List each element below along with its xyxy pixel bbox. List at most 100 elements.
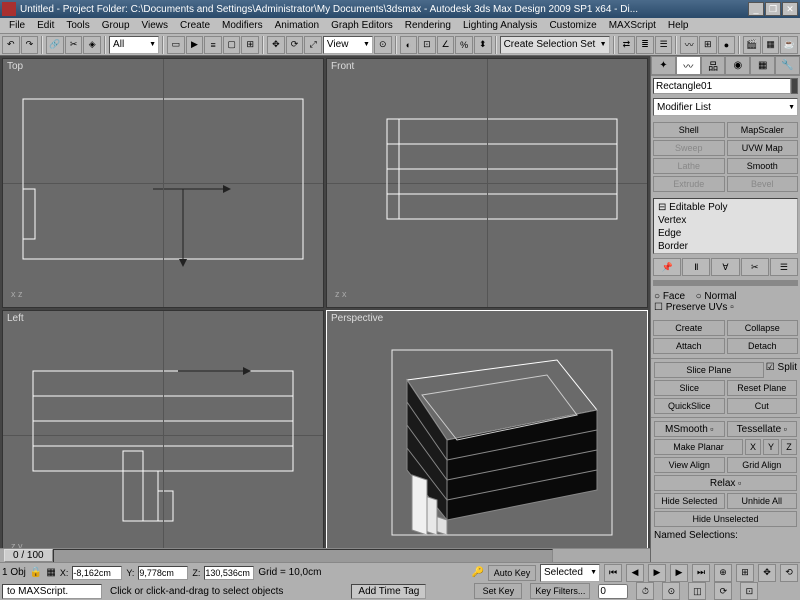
goto-start-button[interactable]: ⏮ — [604, 564, 622, 582]
menu-rendering[interactable]: Rendering — [400, 20, 456, 31]
viewport-left[interactable]: Left z y — [2, 310, 324, 560]
unique-button[interactable]: ∀ — [711, 258, 739, 276]
percent-snap-button[interactable]: % — [455, 36, 473, 54]
menu-create[interactable]: Create — [175, 20, 215, 31]
unlink-button[interactable]: ✂ — [65, 36, 83, 54]
rotate-button[interactable]: ⟳ — [286, 36, 304, 54]
menu-animation[interactable]: Animation — [270, 20, 324, 31]
unhideall-button[interactable]: Unhide All — [727, 493, 798, 509]
menu-maxscript[interactable]: MAXScript — [604, 20, 661, 31]
play-button[interactable]: ▶ — [648, 564, 666, 582]
viewport-perspective[interactable]: Perspective — [326, 310, 648, 560]
mod-smooth-button[interactable]: Smooth — [727, 158, 799, 174]
collapse-button[interactable]: Collapse — [727, 320, 799, 336]
keymode-dropdown[interactable]: Selected — [540, 564, 600, 582]
utilities-tab[interactable]: 🔧 — [775, 56, 800, 75]
menu-tools[interactable]: Tools — [61, 20, 94, 31]
manipulate-button[interactable]: ◐ — [400, 36, 418, 54]
pivot-button[interactable]: ⊙ — [374, 36, 392, 54]
create-button[interactable]: Create — [653, 320, 725, 336]
render-setup-button[interactable]: 🎬 — [743, 36, 761, 54]
bind-button[interactable]: ◈ — [83, 36, 101, 54]
object-color-swatch[interactable] — [791, 78, 798, 94]
planar-x-button[interactable]: X — [745, 439, 761, 455]
motion-tab[interactable]: ◉ — [725, 56, 750, 75]
create-tab[interactable]: ✦ — [651, 56, 676, 75]
next-frame-button[interactable]: ▶ — [670, 564, 688, 582]
menu-customize[interactable]: Customize — [544, 20, 601, 31]
nav-4[interactable]: ⟲ — [780, 564, 798, 582]
modify-tab[interactable]: 〰 — [676, 56, 701, 75]
relax-button[interactable]: Relax ▫ — [654, 475, 797, 491]
goto-end-button[interactable]: ⏭ — [692, 564, 710, 582]
object-name-input[interactable] — [653, 78, 791, 94]
makeplanar-button[interactable]: Make Planar — [654, 439, 743, 455]
setkey-button[interactable]: Set Key — [474, 583, 522, 599]
z-coord-input[interactable] — [204, 566, 254, 580]
schematic-button[interactable]: ⊞ — [699, 36, 717, 54]
split-checkbox[interactable]: ☑ Split — [766, 362, 797, 378]
selection-filter-dropdown[interactable]: All — [109, 36, 159, 54]
nav-2[interactable]: ⊞ — [736, 564, 754, 582]
attach-button[interactable]: Attach — [653, 338, 725, 354]
render-button[interactable]: ☕ — [780, 36, 798, 54]
time-slider[interactable]: 0 / 100 — [0, 548, 650, 562]
nav-6[interactable]: ◫ — [688, 582, 706, 600]
slice-button[interactable]: Slice — [654, 380, 725, 396]
minimize-button[interactable]: _ — [748, 2, 764, 16]
mod-mapscaler-button[interactable]: MapScaler — [727, 122, 799, 138]
normal-radio[interactable]: ○ Normal — [696, 291, 737, 302]
sliceplane-button[interactable]: Slice Plane — [654, 362, 764, 378]
redo-button[interactable]: ↷ — [21, 36, 39, 54]
show-result-button[interactable]: Ⅱ — [682, 258, 710, 276]
select-arrow-button[interactable]: ▶ — [186, 36, 204, 54]
frame-indicator[interactable]: 0 / 100 — [4, 549, 53, 562]
angle-snap-button[interactable]: ∠ — [437, 36, 455, 54]
menu-modifiers[interactable]: Modifiers — [217, 20, 268, 31]
configure-button[interactable]: ☰ — [770, 258, 798, 276]
curve-editor-button[interactable]: 〰 — [680, 36, 698, 54]
mod-uvwmap-button[interactable]: UVW Map — [727, 140, 799, 156]
nav-7[interactable]: ⟳ — [714, 582, 732, 600]
hierarchy-tab[interactable]: 品 — [701, 56, 726, 75]
tessellate-button[interactable]: Tessellate ▫ — [727, 421, 798, 437]
restore-button[interactable]: ❐ — [765, 2, 781, 16]
menu-views[interactable]: Views — [137, 20, 174, 31]
detach-button[interactable]: Detach — [727, 338, 799, 354]
nav-3[interactable]: ✥ — [758, 564, 776, 582]
select-name-button[interactable]: ≡ — [204, 36, 222, 54]
remove-mod-button[interactable]: ✂ — [741, 258, 769, 276]
layers-button[interactable]: ☰ — [655, 36, 673, 54]
modifier-list-dropdown[interactable]: Modifier List — [653, 98, 798, 116]
link-button[interactable]: 🔗 — [46, 36, 64, 54]
hideunselected-button[interactable]: Hide Unselected — [654, 511, 797, 527]
preserve-uvs-checkbox[interactable]: ☐ Preserve UVs ▫ — [654, 302, 734, 313]
mod-lathe-button[interactable]: Lathe — [653, 158, 725, 174]
window-crossing-button[interactable]: ⊞ — [241, 36, 259, 54]
x-coord-input[interactable] — [72, 566, 122, 580]
menu-help[interactable]: Help — [663, 20, 694, 31]
nav-8[interactable]: ⊡ — [740, 582, 758, 600]
addtimetag-button[interactable]: Add Time Tag — [351, 584, 426, 599]
select-button[interactable]: ▭ — [167, 36, 185, 54]
named-selection-dropdown[interactable]: Create Selection Set — [500, 36, 610, 54]
close-button[interactable]: ✕ — [782, 2, 798, 16]
timeconfig-button[interactable]: ⏱ — [636, 582, 654, 600]
keyfilters-button[interactable]: Key Filters... — [530, 583, 590, 599]
lock-icon[interactable]: 🔒 — [30, 567, 42, 578]
undo-button[interactable]: ↶ — [2, 36, 20, 54]
spinner-snap-button[interactable]: ⬍ — [474, 36, 492, 54]
y-coord-input[interactable] — [138, 566, 188, 580]
mod-extrude-button[interactable]: Extrude — [653, 176, 725, 192]
autokey-button[interactable]: Auto Key — [488, 565, 536, 581]
nav-1[interactable]: ⊕ — [714, 564, 732, 582]
refcoord-dropdown[interactable]: View — [323, 36, 373, 54]
cut-button[interactable]: Cut — [727, 398, 798, 414]
pin-stack-button[interactable]: 📌 — [653, 258, 681, 276]
mod-bevel-button[interactable]: Bevel — [727, 176, 799, 192]
mod-shell-button[interactable]: Shell — [653, 122, 725, 138]
scale-button[interactable]: ⤢ — [304, 36, 322, 54]
msmooth-button[interactable]: MSmooth ▫ — [654, 421, 725, 437]
face-radio[interactable]: ○ Face — [654, 291, 685, 302]
mirror-button[interactable]: ⇄ — [618, 36, 636, 54]
